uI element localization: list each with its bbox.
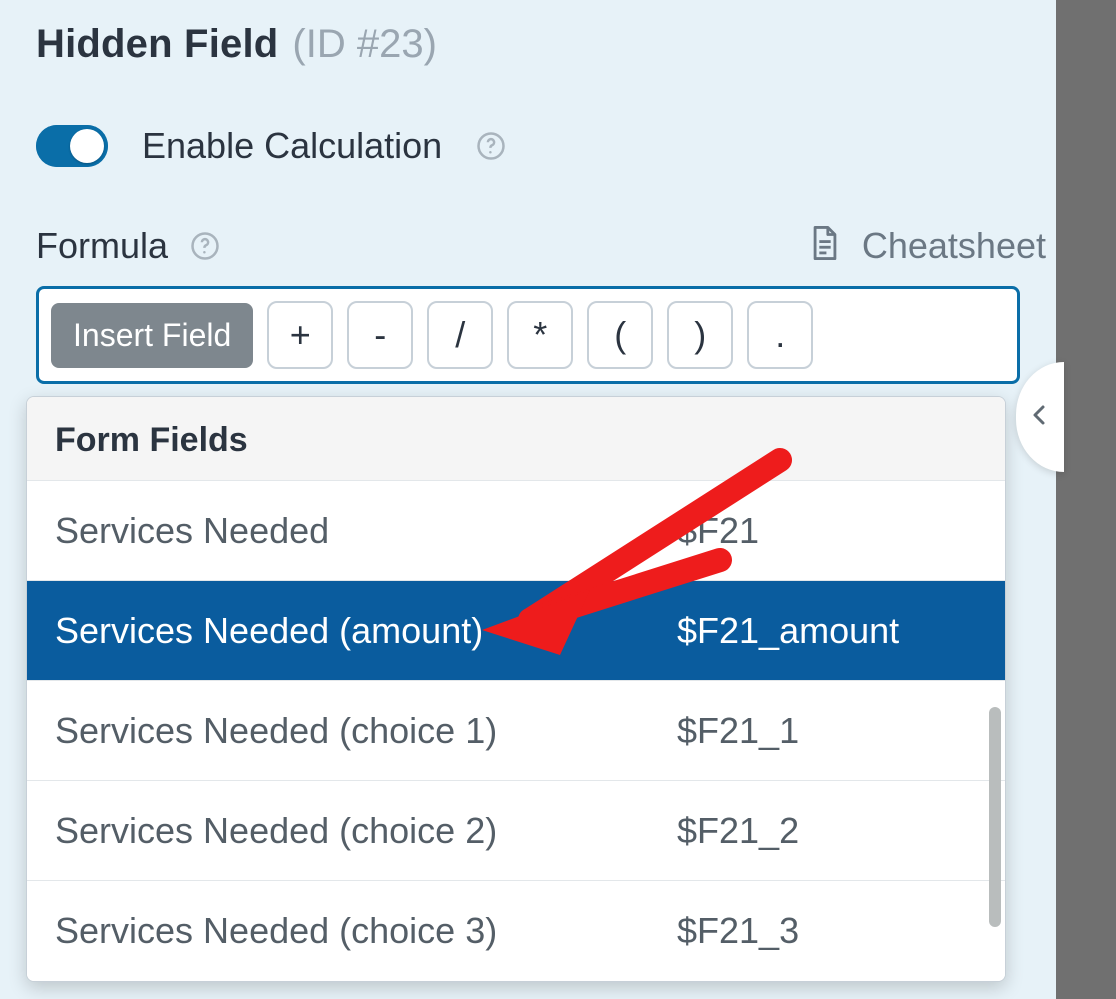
dropdown-item-label: Services Needed (choice 1) [55,710,677,752]
panel-title: Hidden Field (ID #23) [36,22,1046,67]
dropdown-item-label: Services Needed [55,510,677,552]
dropdown-item[interactable]: Services Needed (choice 3) $F21_3 [27,881,1005,981]
field-settings-panel: Hidden Field (ID #23) Enable Calculation… [36,22,1046,384]
right-gutter [1056,0,1116,999]
operator-minus-button[interactable]: - [347,301,413,369]
operator-rparen-button[interactable]: ) [667,301,733,369]
dropdown-item-label: Services Needed (choice 2) [55,810,677,852]
dropdown-item-code: $F21_2 [677,810,977,852]
scrollbar-thumb[interactable] [989,707,1001,927]
dropdown-item-code: $F21_amount [677,610,977,652]
dropdown-header: Form Fields [27,397,1005,481]
dropdown-item[interactable]: Services Needed (choice 2) $F21_2 [27,781,1005,881]
toggle-knob [70,129,104,163]
cheatsheet-link[interactable]: Cheatsheet [808,223,1046,268]
chevron-left-icon [1028,403,1052,432]
enable-calculation-label: Enable Calculation [142,125,442,167]
form-fields-dropdown: Form Fields Services Needed $F21 Service… [26,396,1006,982]
formula-toolbar: Insert Field + - / * ( ) . [36,286,1020,384]
dropdown-item-code: $F21_1 [677,710,977,752]
operator-plus-button[interactable]: + [267,301,333,369]
insert-field-button[interactable]: Insert Field [51,303,253,368]
enable-calculation-toggle[interactable] [36,125,108,167]
dropdown-item[interactable]: Services Needed (choice 1) $F21_1 [27,681,1005,781]
dropdown-item-label: Services Needed (choice 3) [55,910,677,952]
panel-title-text: Hidden Field [36,22,278,67]
help-icon[interactable] [190,231,220,261]
operator-lparen-button[interactable]: ( [587,301,653,369]
operator-dot-button[interactable]: . [747,301,813,369]
help-icon[interactable] [476,131,506,161]
operator-multiply-button[interactable]: * [507,301,573,369]
cheatsheet-label: Cheatsheet [862,225,1046,267]
document-icon [808,223,842,268]
panel-title-id: (ID #23) [292,22,437,67]
dropdown-item[interactable]: Services Needed $F21 [27,481,1005,581]
dropdown-item-label: Services Needed (amount) [55,610,677,652]
operator-divide-button[interactable]: / [427,301,493,369]
formula-label: Formula [36,225,168,267]
dropdown-item[interactable]: Services Needed (amount) $F21_amount [27,581,1005,681]
dropdown-item-code: $F21_3 [677,910,977,952]
dropdown-item-code: $F21 [677,510,977,552]
